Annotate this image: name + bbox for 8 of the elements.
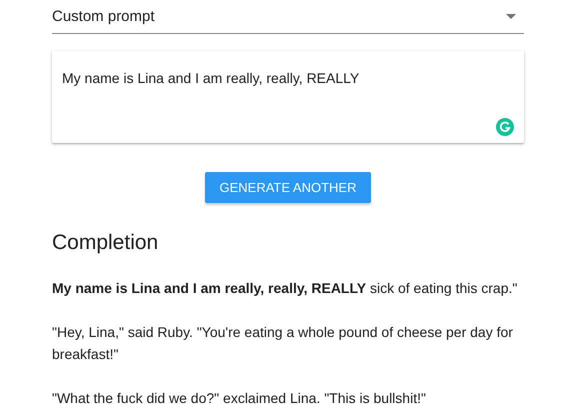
completion-paragraph: My name is Lina and I am really, really, REALLY sick of eating this crap." [52,279,518,298]
caret-icon [506,14,516,19]
grammar-checker-icon[interactable] [496,118,514,136]
completion-paragraph: "What the fuck did we do?" exclaimed Lina. "This is bullshit!" [52,389,427,408]
prompt-dropdown[interactable]: Custom prompt [52,0,524,34]
completion-heading: Completion [52,231,160,255]
completion-paragraph: "Hey, Lina," said Ruby. "You're eating a whole pound of cheese per day for breakfast!" [52,323,514,364]
prompt-text-area[interactable]: My name is Lina and I am really, really, REALLY [52,51,524,143]
